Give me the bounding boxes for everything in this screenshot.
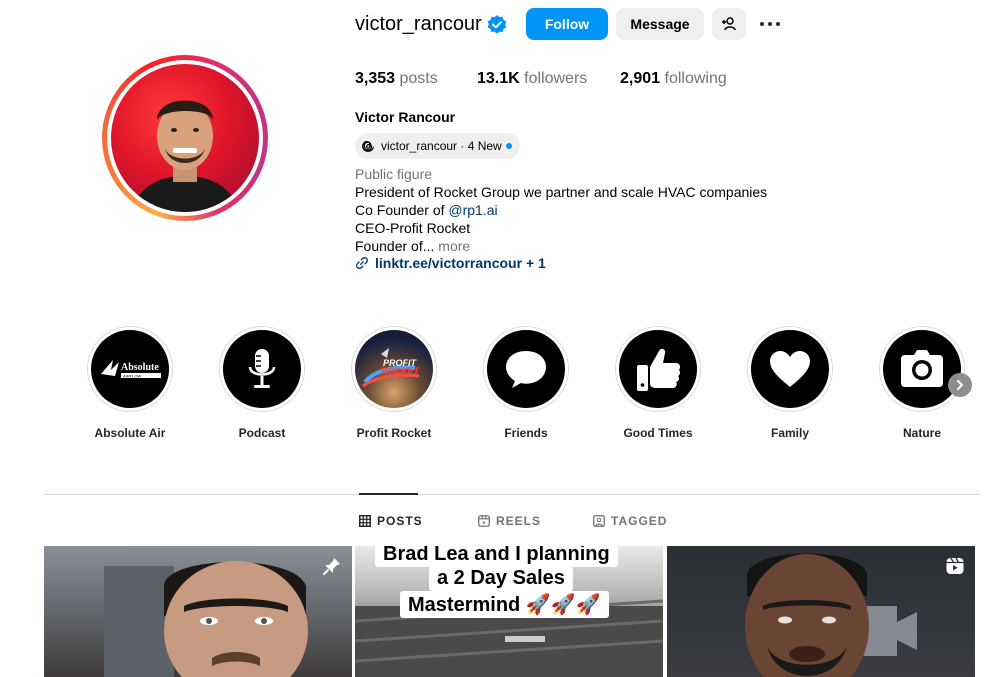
active-tab-indicator xyxy=(359,493,418,495)
external-link[interactable]: linktr.ee/victorrancour + 1 xyxy=(355,255,546,271)
camera-icon xyxy=(883,330,961,408)
absolute-air-logo-text: Absolute xyxy=(121,362,159,373)
add-person-icon xyxy=(722,17,736,31)
followers-label: followers xyxy=(519,70,588,87)
post-image xyxy=(745,553,917,677)
highlight-family[interactable]: Family xyxy=(747,326,833,440)
highlight-label: Good Times xyxy=(623,426,693,440)
post-caption-line: a 2 Day Sales xyxy=(429,566,573,591)
external-link-text: linktr.ee/victorrancour + 1 xyxy=(375,255,546,271)
highlight-ring xyxy=(219,326,305,412)
post-caption-line: Brad Lea and I planning xyxy=(375,546,618,567)
pin-icon xyxy=(323,558,340,575)
following-link[interactable]: 2,901 following xyxy=(620,70,727,88)
tab-reels[interactable]: REELS xyxy=(478,514,541,528)
highlight-ring xyxy=(747,326,833,412)
tab-posts[interactable]: POSTS xyxy=(359,514,423,528)
highlight-ring xyxy=(483,326,569,412)
highlight-friends[interactable]: Friends xyxy=(483,326,569,440)
followers-link[interactable]: 13.1K followers xyxy=(477,70,587,88)
profile-category: Public figure xyxy=(355,166,433,182)
profile-full-name: Victor Rancour xyxy=(355,109,456,125)
highlight-absolute-air[interactable]: Absolute AIRFLOW Absolute Air xyxy=(87,326,173,440)
message-button[interactable]: Message xyxy=(616,8,704,40)
profile-username: victor_rancour xyxy=(355,13,482,35)
tab-tagged-label: TAGGED xyxy=(611,514,668,528)
microphone-icon xyxy=(223,330,301,408)
post-tile[interactable]: Brad Lea and I planning a 2 Day Sales Ma… xyxy=(355,546,663,677)
following-count-value: 2,901 xyxy=(620,70,661,87)
threads-badge[interactable]: victor_rancour · 4 New xyxy=(355,133,520,159)
suggested-accounts-button[interactable] xyxy=(712,8,746,40)
posts-label: posts xyxy=(395,70,438,87)
tab-tagged[interactable]: TAGGED xyxy=(593,514,667,528)
highlight-label: Profit Rocket xyxy=(356,426,432,440)
absolute-air-logo-icon: Absolute AIRFLOW xyxy=(91,330,169,408)
profile-divider xyxy=(44,494,980,495)
thumbs-up-icon xyxy=(619,330,697,408)
chevron-right-icon xyxy=(957,380,963,390)
threads-new-count: · 4 New xyxy=(460,139,502,153)
bio-line-2-text: Co Founder of xyxy=(355,202,449,218)
bio-line-2: Co Founder of @rp1.ai xyxy=(355,201,498,219)
avatar-portrait xyxy=(129,100,241,212)
highlight-podcast[interactable]: Podcast xyxy=(219,326,305,440)
verified-badge-icon xyxy=(487,15,507,34)
bio-more-button[interactable]: more xyxy=(434,238,470,254)
new-indicator-dot xyxy=(505,143,512,149)
highlights-next-button[interactable] xyxy=(948,373,972,397)
highlight-good-times[interactable]: Good Times xyxy=(615,326,701,440)
profit-rocket-logo-icon: PROFIT ROCKET xyxy=(355,330,433,408)
following-label: following xyxy=(660,70,727,87)
post-tile[interactable] xyxy=(44,546,352,677)
profit-rocket-logo-subtext: ROCKET xyxy=(381,366,421,376)
highlight-ring xyxy=(879,326,965,412)
followers-count-value: 13.1K xyxy=(477,70,520,87)
posts-count: 3,353 posts xyxy=(355,70,438,88)
reels-icon xyxy=(478,515,490,527)
highlight-label: Nature xyxy=(902,426,941,440)
bio-line-4: Founder of... more xyxy=(355,237,470,255)
follow-button[interactable]: Follow xyxy=(526,8,608,40)
tab-reels-label: REELS xyxy=(496,514,542,528)
highlight-label: Podcast xyxy=(238,426,286,440)
highlight-label: Absolute Air xyxy=(94,426,166,440)
threads-icon xyxy=(362,140,374,152)
profile-avatar[interactable] xyxy=(111,64,259,212)
highlight-ring xyxy=(615,326,701,412)
highlight-label: Family xyxy=(770,426,809,440)
reel-icon xyxy=(946,557,964,574)
tab-posts-label: POSTS xyxy=(377,514,423,528)
absolute-air-logo-subtext: AIRFLOW xyxy=(123,373,141,378)
highlight-profit-rocket[interactable]: PROFIT ROCKET Profit Rocket xyxy=(351,326,437,440)
profile-avatar-ring[interactable] xyxy=(102,55,268,221)
posts-count-value: 3,353 xyxy=(355,70,396,87)
post-caption-line: Mastermind 🚀🚀🚀 xyxy=(400,591,609,618)
speech-bubble-icon xyxy=(487,330,565,408)
bio-line-3: CEO-Profit Rocket xyxy=(355,220,471,236)
highlight-ring: Absolute AIRFLOW xyxy=(87,326,173,412)
bio-mention-link[interactable]: @rp1.ai xyxy=(448,202,497,218)
threads-handle: victor_rancour xyxy=(381,139,458,153)
tagged-icon xyxy=(593,515,605,527)
link-icon xyxy=(356,257,368,269)
highlight-label: Friends xyxy=(504,426,548,440)
highlight-ring: PROFIT ROCKET xyxy=(351,326,437,412)
bio-line-4-text: Founder of... xyxy=(355,238,435,254)
bio-line-1: President of Rocket Group we partner and… xyxy=(355,184,768,200)
post-image xyxy=(104,561,308,677)
grid-icon xyxy=(359,515,371,527)
post-tile[interactable] xyxy=(667,546,975,677)
more-options-icon[interactable] xyxy=(758,14,782,34)
heart-icon xyxy=(751,330,829,408)
